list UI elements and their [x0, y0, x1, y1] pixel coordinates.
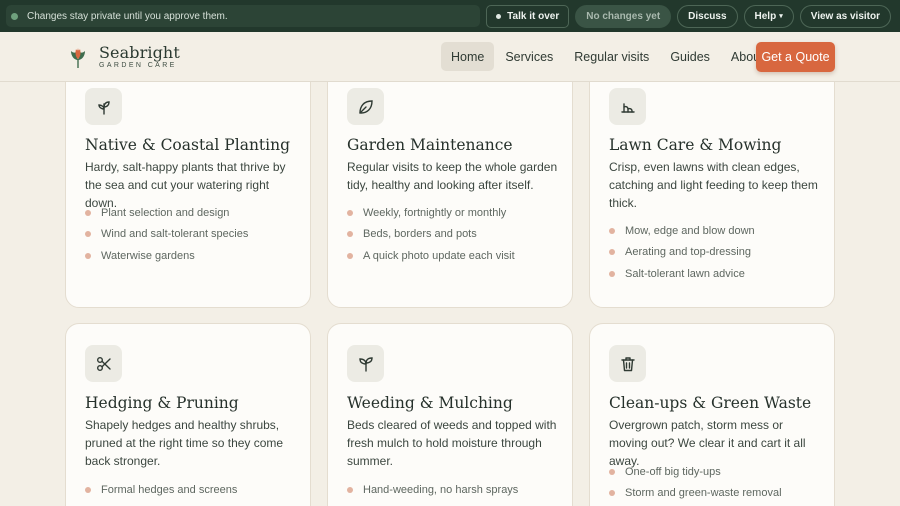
preview-bar: Changes stay private until you approve t…	[0, 0, 900, 32]
discuss-button[interactable]: Discuss	[677, 4, 738, 28]
card-title: Garden Maintenance	[347, 136, 513, 154]
list-item: Plant selection and design	[85, 202, 248, 224]
bullet-icon	[347, 209, 353, 216]
scissors-icon	[85, 345, 122, 382]
list-item: Beds, borders and pots	[347, 224, 515, 246]
nav-regular-visits[interactable]: Regular visits	[564, 42, 659, 71]
card-title: Clean-ups & Green Waste	[609, 394, 812, 412]
bullet-icon	[85, 486, 91, 493]
card-feature-list: Hand-weeding, no harsh sprays	[347, 479, 518, 501]
list-item: Mow, edge and blow down	[609, 220, 755, 242]
card-feature-list: Mow, edge and blow down Aerating and top…	[609, 220, 755, 285]
nav-guides[interactable]: Guides	[660, 42, 720, 71]
service-card-clean-ups: Clean-ups & Green Waste Overgrown patch,…	[589, 323, 835, 506]
list-item-text: Beds, borders and pots	[363, 228, 477, 241]
card-feature-list: Weekly, fortnightly or monthly Beds, bor…	[347, 202, 515, 267]
list-item-text: Hand-weeding, no harsh sprays	[363, 483, 519, 496]
talk-it-over-label: Talk it over	[507, 10, 560, 22]
tulip-logo-icon[interactable]	[69, 47, 87, 69]
leaf-icon	[347, 88, 384, 125]
service-card-weeding: Weeding & Mulching Beds cleared of weeds…	[327, 323, 573, 506]
list-item-text: Formal hedges and screens	[101, 483, 238, 496]
list-item-text: Aerating and top-dressing	[625, 246, 751, 259]
caret-down-icon: ▾	[779, 13, 783, 20]
card-feature-list: Formal hedges and screens	[85, 479, 237, 501]
service-card-garden-maintenance: Garden Maintenance Regular visits to kee…	[327, 62, 573, 308]
card-description: Shapely hedges and healthy shrubs, prune…	[85, 418, 284, 468]
card-description: Crisp, even lawns with clean edges, catc…	[609, 160, 818, 210]
nav-services[interactable]: Services	[495, 42, 563, 71]
list-item: Hand-weeding, no harsh sprays	[347, 479, 518, 501]
brand-tagline: GARDEN CARE	[99, 62, 177, 69]
help-button[interactable]: Help ▾	[743, 4, 794, 28]
card-title: Weeding & Mulching	[347, 394, 513, 412]
service-card-lawn-care: Lawn Care & Mowing Crisp, even lawns wit…	[589, 62, 835, 308]
bullet-icon	[609, 270, 615, 277]
list-item: Salt-tolerant lawn advice	[609, 263, 755, 285]
privacy-notice: Changes stay private until you approve t…	[6, 5, 481, 27]
chat-dot-icon	[496, 13, 502, 19]
bullet-icon	[609, 468, 615, 475]
bullet-icon	[85, 231, 91, 238]
card-feature-list: One-off big tidy-ups Storm and green-was…	[609, 461, 782, 504]
bullet-icon	[609, 249, 615, 256]
card-description: Beds cleared of weeds and topped with fr…	[347, 418, 557, 468]
bullet-icon	[347, 231, 353, 238]
card-description: Regular visits to keep the whole garden …	[347, 160, 558, 192]
privacy-notice-text: Changes stay private until you approve t…	[27, 10, 228, 22]
list-item: Wind and salt-tolerant species	[85, 224, 248, 246]
bullet-icon	[609, 227, 615, 234]
list-item: Formal hedges and screens	[85, 479, 237, 501]
card-title: Hedging & Pruning	[85, 394, 239, 412]
list-item: Storm and green-waste removal	[609, 483, 782, 505]
grass-icon	[609, 88, 646, 125]
bullet-icon	[85, 209, 91, 216]
list-item-text: Plant selection and design	[101, 206, 230, 219]
list-item: A quick photo update each visit	[347, 245, 515, 267]
list-item-text: Salt-tolerant lawn advice	[625, 267, 745, 280]
main-nav: Home Services Regular visits Guides Abou…	[441, 42, 774, 71]
bullet-icon	[609, 490, 615, 497]
list-item-text: Waterwise gardens	[101, 249, 195, 262]
bullet-icon	[85, 252, 91, 259]
card-title: Native & Coastal Planting	[85, 136, 291, 154]
list-item-text: A quick photo update each visit	[363, 249, 515, 262]
list-item: Waterwise gardens	[85, 245, 248, 267]
status-dot-icon	[11, 12, 18, 20]
list-item: Weekly, fortnightly or monthly	[347, 202, 515, 224]
site-header: Seabright GARDEN CARE Home Services Regu…	[0, 32, 900, 82]
talk-it-over-button[interactable]: Talk it over	[486, 4, 570, 28]
no-changes-status: No changes yet	[575, 4, 672, 28]
sprout-icon	[85, 88, 122, 125]
get-a-quote-button[interactable]: Get a Quote	[756, 42, 835, 72]
help-label: Help	[754, 10, 777, 22]
card-title: Lawn Care & Mowing	[609, 136, 782, 154]
view-as-visitor-button[interactable]: View as visitor	[799, 4, 891, 28]
bin-icon	[609, 345, 646, 382]
list-item: One-off big tidy-ups	[609, 461, 782, 483]
list-item-text: Storm and green-waste removal	[625, 487, 782, 500]
bullet-icon	[347, 252, 353, 259]
list-item-text: Weekly, fortnightly or monthly	[363, 206, 507, 219]
card-feature-list: Plant selection and design Wind and salt…	[85, 202, 248, 267]
bullet-icon	[347, 486, 353, 493]
brand-name[interactable]: Seabright	[99, 43, 180, 62]
list-item: Aerating and top-dressing	[609, 242, 755, 264]
service-card-hedging: Hedging & Pruning Shapely hedges and hea…	[65, 323, 311, 506]
list-item-text: Wind and salt-tolerant species	[101, 228, 249, 241]
list-item-text: Mow, edge and blow down	[625, 224, 755, 237]
service-card-native-planting: Native & Coastal Planting Hardy, salt-ha…	[65, 62, 311, 308]
list-item-text: One-off big tidy-ups	[625, 465, 721, 478]
seedling-icon	[347, 345, 384, 382]
nav-home[interactable]: Home	[441, 42, 495, 71]
